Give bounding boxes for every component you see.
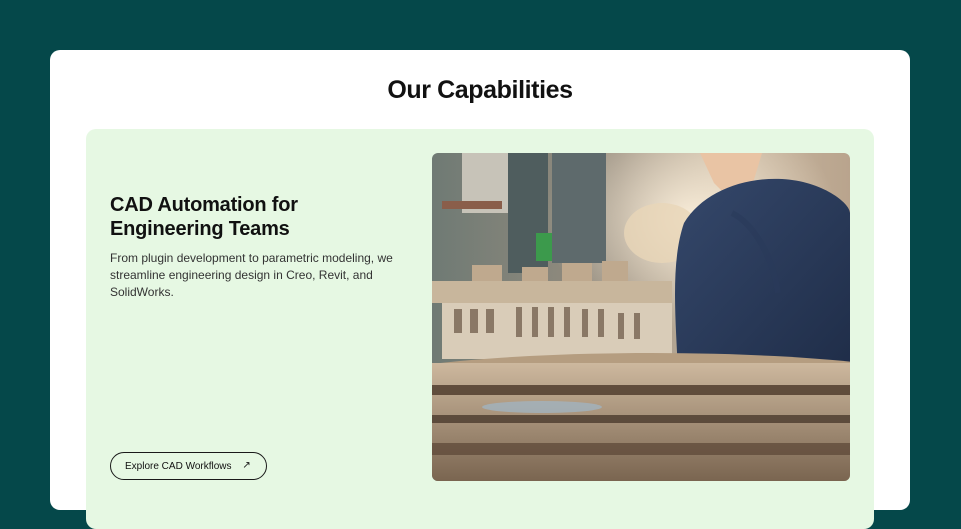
section-title: Our Capabilities (387, 76, 573, 104)
explore-cad-workflows-button[interactable]: Explore CAD Workflows ↗ (110, 452, 267, 480)
capability-heading: CAD Automation for Engineering Teams (110, 194, 298, 240)
capabilities-card: Our Capabilities CAD Automation for Engi… (50, 50, 910, 529)
capability-panel: CAD Automation for Engineering Teams Fro… (86, 129, 874, 529)
cta-label: Explore CAD Workflows (125, 460, 232, 472)
arrow-up-right-icon: ↗ (242, 460, 251, 471)
capability-description: From plugin development to parametric mo… (110, 251, 393, 299)
capability-photo (432, 153, 850, 481)
